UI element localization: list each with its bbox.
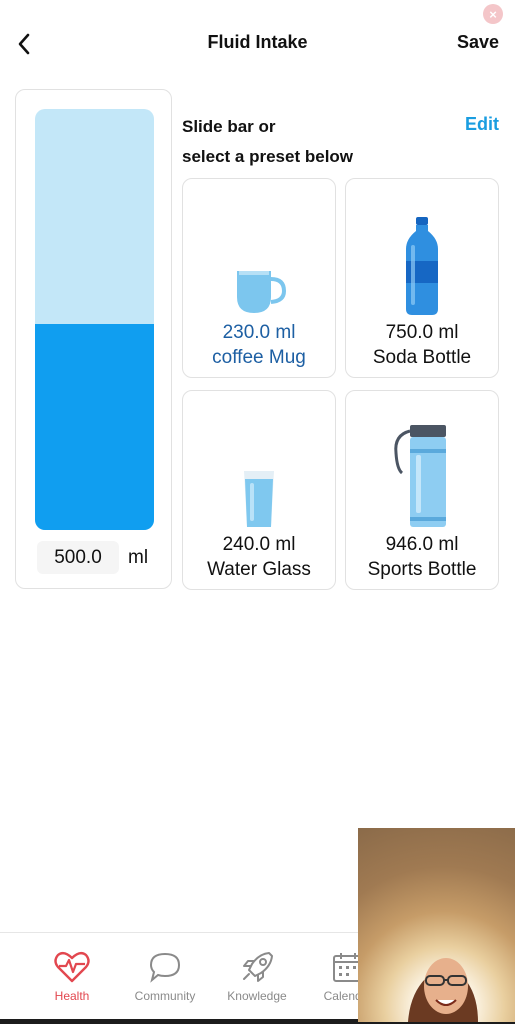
intake-slider-card: 500.0 ml	[15, 89, 172, 589]
edit-button[interactable]: Edit	[465, 112, 499, 136]
header-bar: Fluid Intake Save ×	[0, 0, 515, 84]
preset-water-glass[interactable]: 240.0 ml Water Glass	[182, 390, 336, 590]
save-button[interactable]: Save	[457, 32, 499, 53]
webcam-overlay	[358, 828, 515, 1022]
soda-bottle-icon	[346, 197, 498, 317]
chat-bubble-icon	[120, 947, 210, 987]
amount-input[interactable]: 500.0	[37, 541, 119, 574]
preset-label: Sports Bottle	[367, 559, 477, 580]
preset-amount: 750.0 ml	[385, 322, 459, 343]
preset-label: coffee Mug	[212, 347, 306, 368]
instructions-line-1: Slide bar or	[182, 117, 276, 136]
tab-knowledge[interactable]: Knowledge	[212, 947, 302, 1003]
tab-label: Community	[134, 989, 196, 1003]
heart-pulse-icon	[27, 947, 117, 987]
preset-amount: 230.0 ml	[222, 322, 296, 343]
sports-bottle-icon	[346, 409, 498, 529]
tab-label: Knowledge	[227, 989, 287, 1003]
mug-icon	[183, 197, 335, 317]
tab-health[interactable]: Health	[27, 947, 117, 1003]
instructions-line-2: select a preset below	[182, 147, 354, 166]
close-icon[interactable]: ×	[483, 4, 503, 24]
tab-community[interactable]: Community	[120, 947, 210, 1003]
preset-label: Soda Bottle	[372, 347, 472, 368]
rocket-icon	[212, 947, 302, 987]
page-title: Fluid Intake	[207, 32, 308, 52]
intake-level-slider[interactable]	[35, 109, 154, 530]
tab-label: Health	[54, 989, 90, 1003]
unit-label: ml	[128, 547, 149, 568]
intake-level-fill[interactable]	[35, 323, 154, 530]
water-glass-icon	[183, 409, 335, 529]
preset-soda-bottle[interactable]: 750.0 ml Soda Bottle	[345, 178, 499, 378]
preset-amount: 240.0 ml	[222, 534, 296, 555]
preset-coffee-mug[interactable]: 230.0 ml coffee Mug	[182, 178, 336, 378]
preset-label: Water Glass	[207, 559, 311, 580]
instructions-text: Slide bar or select a preset below	[182, 112, 412, 172]
person-silhouette-icon	[408, 958, 478, 1022]
preset-sports-bottle[interactable]: 946.0 ml Sports Bottle	[345, 390, 499, 590]
preset-amount: 946.0 ml	[385, 534, 459, 555]
